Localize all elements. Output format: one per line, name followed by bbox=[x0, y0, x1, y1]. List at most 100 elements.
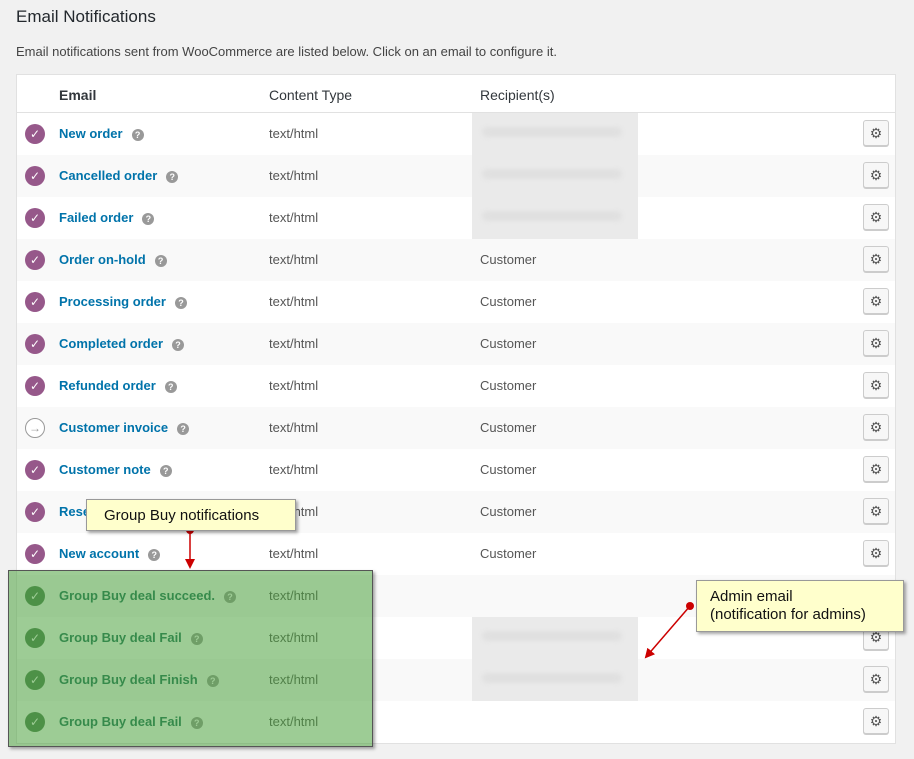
email-name-label: Customer note bbox=[59, 462, 151, 477]
email-name-label: Order on-hold bbox=[59, 252, 146, 267]
recipient: Customer bbox=[480, 378, 537, 393]
check-circle-icon: ✓ bbox=[25, 502, 45, 522]
recipient: Customer bbox=[480, 294, 537, 309]
content-type: text/html bbox=[269, 210, 319, 225]
configure-button[interactable]: ⚙ bbox=[863, 204, 889, 230]
gear-icon: ⚙ bbox=[869, 125, 883, 141]
content-type: text/html bbox=[269, 546, 319, 561]
email-name-label: New order bbox=[59, 126, 123, 141]
recipient: Customer bbox=[480, 252, 537, 267]
header-email: Email bbox=[59, 87, 97, 103]
configure-button[interactable]: ⚙ bbox=[863, 288, 889, 314]
redacted-email bbox=[482, 127, 622, 137]
gear-icon: ⚙ bbox=[869, 461, 883, 477]
table-row[interactable]: ✓ Cancelled order? text/html ⚙ bbox=[17, 155, 895, 197]
check-circle-icon: ✓ bbox=[25, 208, 45, 228]
header-content-type: Content Type bbox=[269, 87, 353, 103]
help-icon[interactable]: ? bbox=[131, 129, 144, 141]
email-name-label: New account bbox=[59, 546, 140, 561]
content-type: text/html bbox=[269, 252, 319, 267]
redacted-email bbox=[482, 169, 622, 179]
email-name-label: Completed order bbox=[59, 336, 164, 351]
help-icon[interactable]: ? bbox=[177, 423, 190, 435]
email-name-label: Customer invoice bbox=[59, 420, 169, 435]
configure-button[interactable]: ⚙ bbox=[863, 540, 889, 566]
email-link[interactable]: Failed order? bbox=[59, 210, 155, 225]
email-link[interactable]: Processing order? bbox=[59, 294, 187, 309]
help-icon[interactable]: ? bbox=[148, 549, 161, 561]
content-type: text/html bbox=[269, 378, 319, 393]
content-type: text/html bbox=[269, 126, 319, 141]
configure-button[interactable]: ⚙ bbox=[863, 456, 889, 482]
configure-button[interactable]: ⚙ bbox=[863, 162, 889, 188]
configure-button[interactable]: ⚙ bbox=[863, 708, 889, 734]
recipient-redacted bbox=[472, 113, 638, 155]
table-row[interactable]: ✓ New order? text/html ⚙ bbox=[17, 113, 895, 155]
redacted-email bbox=[482, 631, 622, 641]
email-link[interactable]: New account? bbox=[59, 546, 161, 561]
gear-icon: ⚙ bbox=[869, 545, 883, 561]
table-row[interactable]: ✓ Failed order? text/html ⚙ bbox=[17, 197, 895, 239]
email-link[interactable]: Cancelled order? bbox=[59, 168, 179, 183]
help-icon[interactable]: ? bbox=[142, 213, 155, 225]
configure-button[interactable]: ⚙ bbox=[863, 414, 889, 440]
group-buy-highlight bbox=[8, 570, 373, 747]
content-type: text/html bbox=[269, 294, 319, 309]
email-link[interactable]: New order? bbox=[59, 126, 144, 141]
email-link[interactable]: Customer note? bbox=[59, 462, 172, 477]
email-link[interactable]: Order on-hold? bbox=[59, 252, 167, 267]
help-icon[interactable]: ? bbox=[166, 171, 179, 183]
table-row[interactable]: ✓ Refunded order? text/html Customer ⚙ bbox=[17, 365, 895, 407]
email-link[interactable]: Customer invoice? bbox=[59, 420, 190, 435]
table-row[interactable]: ✓ Customer note? text/html Customer ⚙ bbox=[17, 449, 895, 491]
email-name-label: Refunded order bbox=[59, 378, 156, 393]
configure-button[interactable]: ⚙ bbox=[863, 666, 889, 692]
help-icon[interactable]: ? bbox=[154, 255, 167, 267]
help-icon[interactable]: ? bbox=[174, 297, 187, 309]
content-type: text/html bbox=[269, 336, 319, 351]
table-row[interactable]: ✓ New account? text/html Customer ⚙ bbox=[17, 533, 895, 575]
email-name-label: Processing order bbox=[59, 294, 166, 309]
recipient-redacted bbox=[472, 659, 638, 701]
redacted-email bbox=[482, 673, 622, 683]
page-title: Email Notifications bbox=[16, 7, 156, 26]
check-circle-icon: ✓ bbox=[25, 376, 45, 396]
configure-button[interactable]: ⚙ bbox=[863, 330, 889, 356]
gear-icon: ⚙ bbox=[869, 293, 883, 309]
table-row[interactable]: → Customer invoice? text/html Customer ⚙ bbox=[17, 407, 895, 449]
table-header: Email Content Type Recipient(s) bbox=[17, 75, 895, 113]
recipient: Customer bbox=[480, 504, 537, 519]
redacted-email bbox=[482, 211, 622, 221]
email-name-label: Failed order bbox=[59, 210, 134, 225]
content-type: text/html bbox=[269, 462, 319, 477]
admin-callout-line1: Admin email bbox=[710, 588, 793, 605]
configure-button[interactable]: ⚙ bbox=[863, 120, 889, 146]
recipient: Customer bbox=[480, 546, 537, 561]
configure-button[interactable]: ⚙ bbox=[863, 246, 889, 272]
email-name-label: Cancelled order bbox=[59, 168, 158, 183]
gear-icon: ⚙ bbox=[869, 419, 883, 435]
page-description: Email notifications sent from WooCommerc… bbox=[16, 44, 557, 59]
table-row[interactable]: ✓ Order on-hold? text/html Customer ⚙ bbox=[17, 239, 895, 281]
email-link[interactable]: Refunded order? bbox=[59, 378, 177, 393]
check-circle-icon: ✓ bbox=[25, 166, 45, 186]
email-link[interactable]: Completed order? bbox=[59, 336, 185, 351]
gear-icon: ⚙ bbox=[869, 335, 883, 351]
gear-icon: ⚙ bbox=[869, 209, 883, 225]
table-row[interactable]: ✓ Processing order? text/html Customer ⚙ bbox=[17, 281, 895, 323]
recipient: Customer bbox=[480, 420, 537, 435]
check-circle-icon: ✓ bbox=[25, 544, 45, 564]
configure-button[interactable]: ⚙ bbox=[863, 372, 889, 398]
admin-callout-line2: (notification for admins) bbox=[710, 606, 866, 623]
configure-button[interactable]: ⚙ bbox=[863, 498, 889, 524]
help-icon[interactable]: ? bbox=[172, 339, 185, 351]
content-type: text/html bbox=[269, 168, 319, 183]
help-icon[interactable]: ? bbox=[159, 465, 172, 477]
gear-icon: ⚙ bbox=[869, 629, 883, 645]
group-buy-callout-text: Group Buy notifications bbox=[104, 507, 260, 524]
help-icon[interactable]: ? bbox=[164, 381, 177, 393]
table-row[interactable]: ✓ Completed order? text/html Customer ⚙ bbox=[17, 323, 895, 365]
recipient-redacted bbox=[472, 197, 638, 239]
arrow-circle-icon: → bbox=[25, 418, 45, 438]
gear-icon: ⚙ bbox=[869, 167, 883, 183]
